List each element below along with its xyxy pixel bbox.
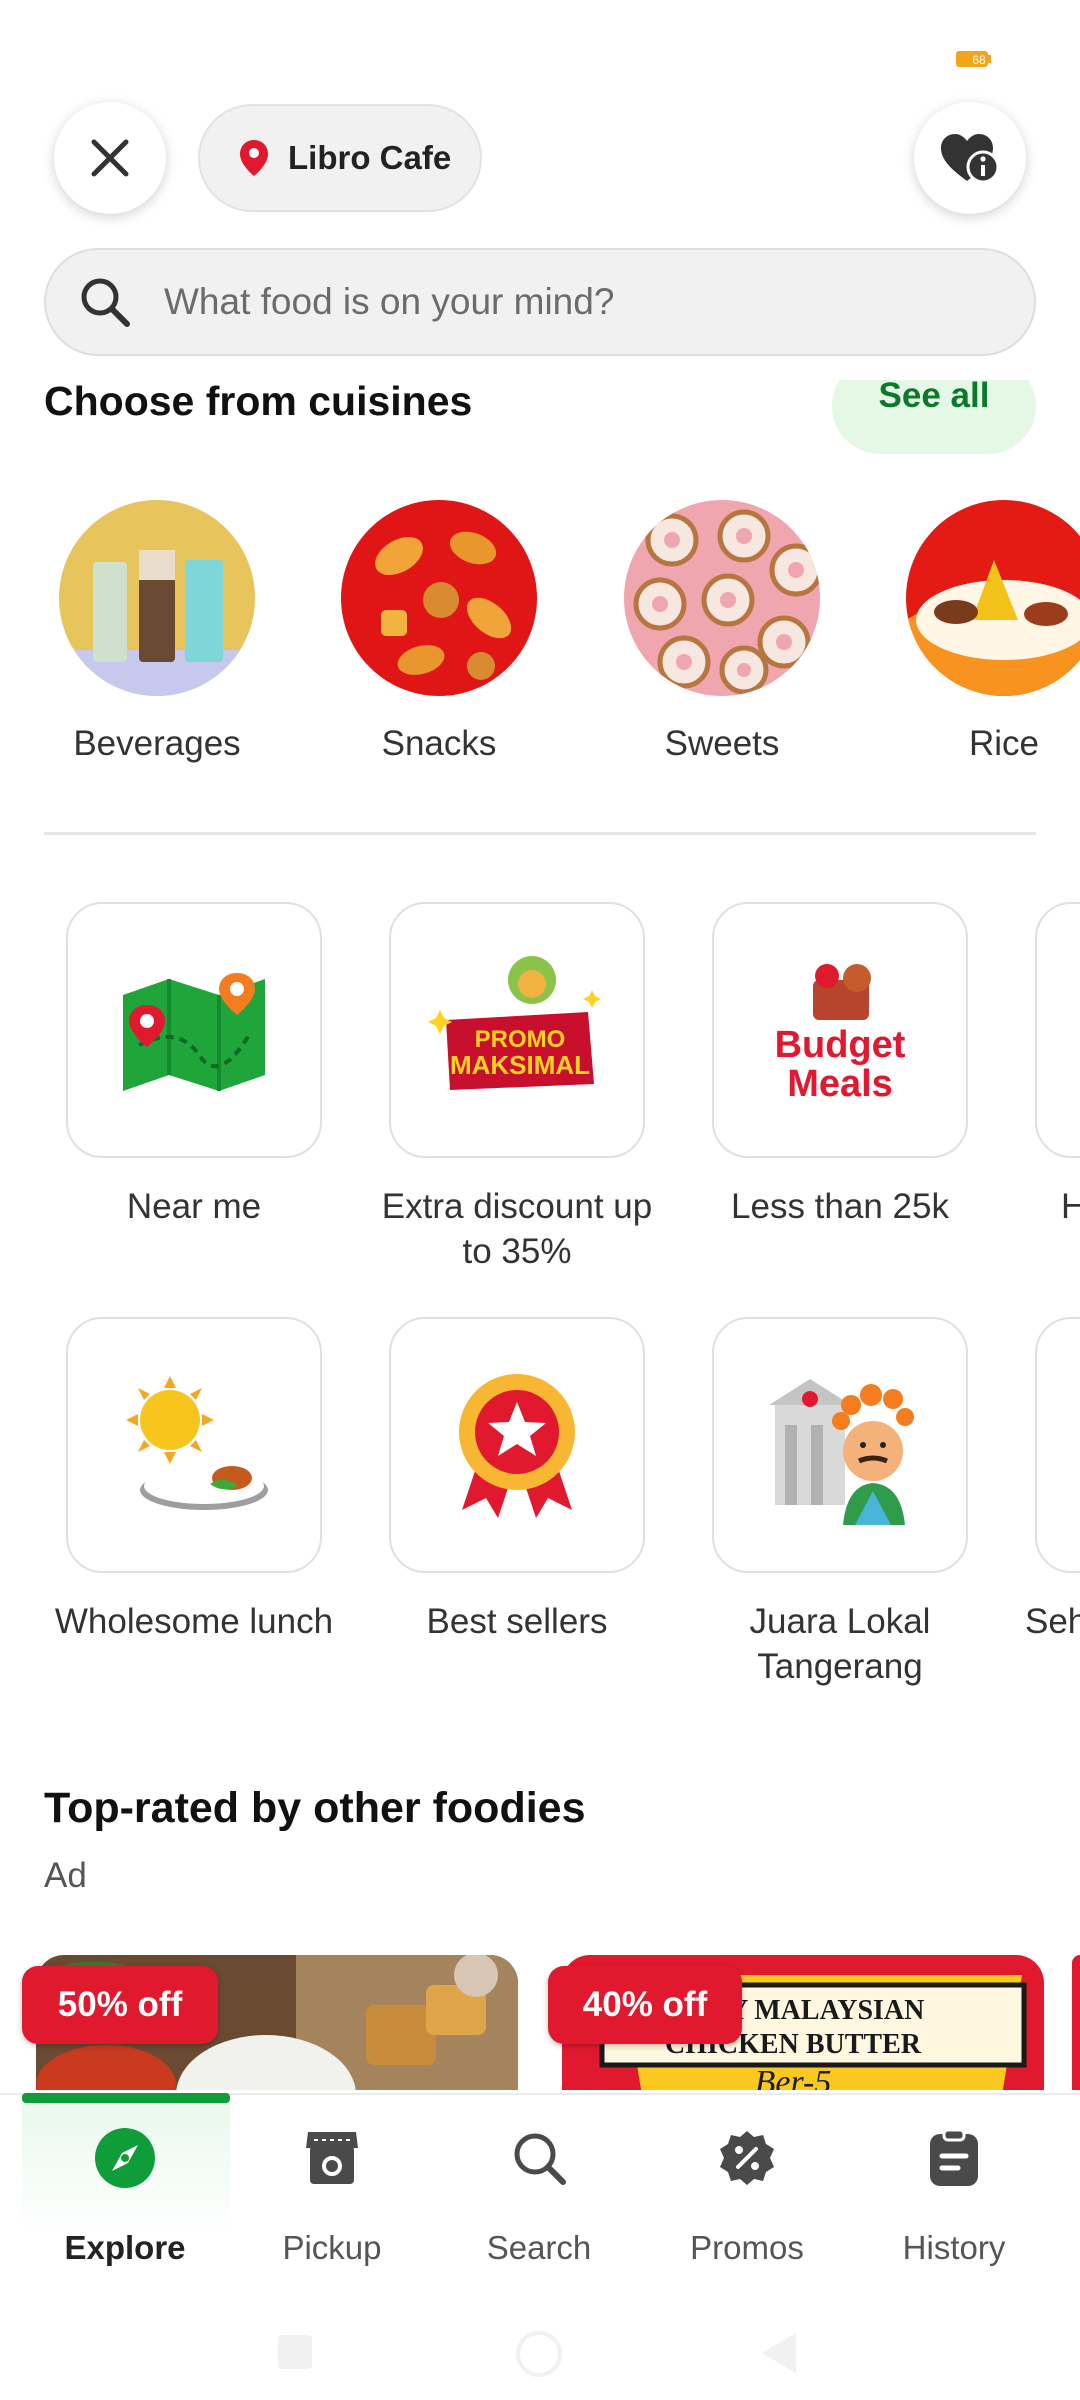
rice-image (906, 500, 1080, 696)
promo-maksimal-icon: PROMO MAKSIMAL (428, 956, 601, 1090)
cuisine-label: Rice (968, 724, 1040, 763)
shortcut-near-me[interactable]: Near me (66, 902, 322, 1229)
shortcut-label: Near me (126, 1187, 262, 1226)
shortcut-partial-2[interactable]: Seh (1025, 1317, 1080, 1644)
shortcut-wholesome-lunch[interactable]: Wholesome lunch (55, 1317, 333, 1644)
cuisine-item-beverages[interactable]: Beverages (59, 500, 255, 764)
cuisine-label: Beverages (73, 724, 241, 763)
shortcut-label: Extra discount up to 35% (381, 1187, 653, 1271)
cuisine-item-snacks[interactable]: Snacks (341, 500, 537, 764)
map-pin-icon (123, 973, 265, 1091)
system-nav-bar (0, 2303, 1080, 2400)
shortcut-juara-lokal[interactable]: Juara Lokal Tangerang (712, 1317, 968, 1689)
compass-icon (95, 2128, 155, 2188)
shortcut-label: Wholesome lunch (54, 1602, 334, 1641)
cuisine-item-rice[interactable]: Rice (906, 500, 1080, 764)
shortcut-extra-discount[interactable]: PROMO MAKSIMAL Extra discount up to 35% (382, 902, 652, 1274)
nav-label: Pickup (282, 2229, 382, 2266)
scroll-content[interactable]: Choose from cuisines See all Beverages S… (0, 380, 1080, 2090)
local-hero-icon (769, 1379, 914, 1525)
budget-meals-icon: Budget Meals (775, 964, 906, 1105)
location-label: Libro Cafe (288, 139, 452, 176)
location-selector[interactable]: Libro Cafe (198, 104, 482, 212)
search-bar[interactable] (44, 248, 1036, 356)
search-input[interactable] (162, 280, 986, 324)
nav-promos[interactable]: Promos (657, 2125, 837, 2267)
close-icon (91, 139, 129, 177)
cuisine-label: Sweets (664, 724, 780, 763)
shortcut-label: Less than 25k (731, 1187, 949, 1226)
shortcut-label: H (1061, 1187, 1080, 1226)
discount-badge: 40% off (548, 1966, 742, 2044)
shortcut-label: Juara Lokal Tangerang (749, 1602, 931, 1686)
shortcut-label: Best sellers (426, 1602, 608, 1641)
next-card-edge[interactable] (1072, 1955, 1080, 2090)
search-icon (81, 278, 130, 327)
section-divider (44, 832, 1036, 835)
nav-label: History (902, 2229, 1006, 2266)
svg-text:Budget: Budget (775, 1024, 906, 1066)
see-all-button[interactable]: See all (832, 380, 1036, 454)
close-button[interactable] (54, 102, 166, 214)
shortcut-label: Seh (1025, 1602, 1080, 1641)
search-icon (514, 2133, 566, 2185)
snacks-image (341, 500, 537, 696)
nav-history[interactable]: History (864, 2125, 1044, 2267)
beverages-image (59, 500, 255, 696)
ad-label: Ad (44, 1856, 87, 1895)
recents-button[interactable] (278, 2335, 312, 2369)
store-icon (306, 2132, 358, 2184)
sun-plate-icon (126, 1376, 268, 1510)
cuisine-label: Snacks (381, 724, 497, 763)
section-title-cuisines: Choose from cuisines (44, 380, 473, 424)
discount-badge: 50% off (22, 1966, 218, 2044)
svg-text:Meals: Meals (787, 1063, 893, 1105)
cuisine-item-sweets[interactable]: Sweets (624, 500, 820, 764)
favorites-info-button[interactable] (914, 102, 1026, 214)
battery-icon: 68 (955, 50, 991, 68)
award-ribbon-icon (459, 1374, 575, 1518)
svg-text:MAKSIMAL: MAKSIMAL (450, 1050, 590, 1080)
nav-label: Explore (64, 2229, 186, 2266)
home-button[interactable] (516, 2331, 562, 2377)
heart-info-icon (941, 134, 1000, 184)
nav-label: Promos (690, 2229, 804, 2266)
clipboard-icon (930, 2128, 978, 2186)
nav-pickup[interactable]: Pickup (242, 2125, 422, 2267)
nav-active-indicator (22, 2093, 230, 2103)
shortcut-best-sellers[interactable]: Best sellers (389, 1317, 645, 1644)
svg-text:PROMO: PROMO (475, 1026, 566, 1053)
svg-text:68: 68 (972, 53, 986, 67)
back-button[interactable] (762, 2333, 796, 2373)
section-title-top-rated: Top-rated by other foodies (44, 1784, 586, 1832)
nav-explore[interactable]: Explore (35, 2125, 215, 2267)
sweets-image (624, 500, 820, 696)
nav-label: Search (486, 2229, 592, 2266)
shortcut-less-than-25k[interactable]: Budget Meals Less than 25k (712, 902, 968, 1229)
percent-badge-icon (720, 2131, 774, 2185)
nav-search[interactable]: Search (449, 2125, 629, 2267)
shortcut-partial[interactable]: H (1035, 902, 1080, 1229)
location-pin-icon (240, 140, 268, 176)
svg-text:Ber-5: Ber-5 (755, 2064, 832, 2090)
